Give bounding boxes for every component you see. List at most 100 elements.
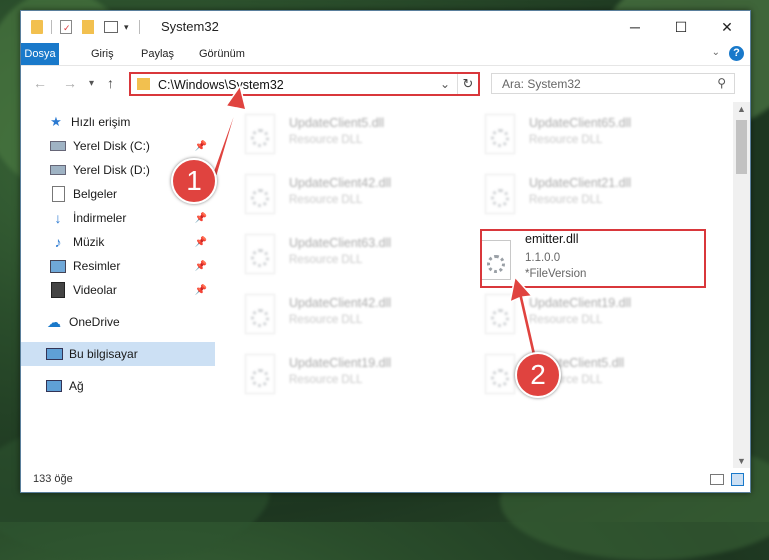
divider bbox=[138, 20, 140, 34]
file-item[interactable]: UpdateClient5.dll Resource DLL bbox=[461, 350, 681, 404]
pin-icon: 📌 bbox=[194, 260, 207, 272]
download-icon: ↓ bbox=[54, 210, 62, 226]
documents-icon bbox=[49, 186, 67, 202]
navigation-bar: ← → ▾ ↑ C:\Windows\System32 ⌄ ↻ Ara: Sys… bbox=[21, 66, 750, 102]
sidebar-item-label: Ağ bbox=[69, 379, 84, 393]
close-button[interactable]: ✕ bbox=[704, 11, 750, 43]
sidebar-item-videos[interactable]: Videolar 📌 bbox=[21, 278, 215, 302]
file-item[interactable]: UpdateClient65.dll Resource DLL bbox=[461, 110, 681, 164]
step-badge-2: 2 bbox=[515, 352, 561, 398]
drive-icon bbox=[49, 138, 67, 154]
file-name: UpdateClient19.dll bbox=[289, 356, 392, 370]
forward-button[interactable]: → bbox=[63, 75, 77, 91]
sidebar-item-downloads[interactable]: ↓ İndirmeler 📌 bbox=[21, 206, 215, 230]
tab-share[interactable]: Paylaş bbox=[131, 43, 184, 65]
tab-view[interactable]: Görünüm bbox=[189, 43, 255, 65]
dll-file-icon bbox=[485, 354, 515, 394]
file-list: UpdateClient5.dll Resource DLL UpdateCli… bbox=[221, 102, 731, 468]
highlight-box-emitter bbox=[480, 229, 706, 288]
sidebar-item-label: Müzik bbox=[73, 235, 105, 249]
item-count: 133 öğe bbox=[33, 473, 73, 485]
dll-file-icon bbox=[245, 234, 275, 274]
ribbon-expand-icon[interactable]: ⌄ bbox=[712, 47, 720, 58]
address-path[interactable]: C:\Windows\System32 bbox=[158, 78, 284, 92]
pin-icon: 📌 bbox=[194, 140, 207, 152]
search-input[interactable]: Ara: System32 ⚲ bbox=[491, 73, 735, 94]
refresh-icon[interactable]: ↻ bbox=[457, 74, 478, 94]
sidebar-item-label: Yerel Disk (C:) bbox=[73, 139, 150, 153]
sidebar-item-music[interactable]: ♪ Müzik 📌 bbox=[21, 230, 215, 254]
folder-icon bbox=[137, 78, 150, 90]
pin-icon: 📌 bbox=[194, 236, 207, 248]
explorer-window: ✓ ▾ System32 ─ ☐ ✕ Dosya Giriş Paylaş Gö… bbox=[20, 10, 751, 493]
sidebar-item-drive-c[interactable]: Yerel Disk (C:) 📌 bbox=[21, 134, 215, 158]
file-item[interactable]: UpdateClient21.dll Resource DLL bbox=[461, 170, 681, 224]
window-title: System32 bbox=[161, 19, 219, 34]
sidebar-item-label: OneDrive bbox=[69, 315, 120, 329]
star-icon: ★ bbox=[50, 114, 62, 129]
file-item[interactable]: UpdateClient5.dll Resource DLL bbox=[221, 110, 441, 164]
search-placeholder: Ara: System32 bbox=[502, 77, 581, 91]
file-item[interactable]: UpdateClient42.dll Resource DLL bbox=[221, 290, 441, 344]
file-type: Resource DLL bbox=[289, 314, 363, 326]
recent-locations-button[interactable]: ▾ bbox=[89, 78, 94, 89]
scrollbar-thumb[interactable] bbox=[736, 120, 747, 174]
dll-file-icon bbox=[245, 174, 275, 214]
new-folder-icon[interactable] bbox=[82, 20, 94, 34]
music-icon: ♪ bbox=[54, 234, 62, 250]
drive-icon bbox=[49, 162, 67, 178]
dll-file-icon bbox=[485, 294, 515, 334]
sidebar-item-this-pc[interactable]: Bu bilgisayar bbox=[21, 342, 215, 366]
back-button[interactable]: ← bbox=[33, 75, 47, 91]
sidebar-item-pictures[interactable]: Resimler 📌 bbox=[21, 254, 215, 278]
file-name: UpdateClient42.dll bbox=[289, 176, 392, 190]
help-icon[interactable]: ? bbox=[729, 46, 744, 61]
file-type: Resource DLL bbox=[289, 194, 363, 206]
scroll-up-icon[interactable]: ▲ bbox=[737, 104, 746, 114]
file-item[interactable]: UpdateClient63.dll Resource DLL bbox=[221, 230, 441, 284]
step-badge-1: 1 bbox=[171, 158, 217, 204]
sidebar-item-onedrive[interactable]: ☁ OneDrive bbox=[21, 310, 215, 334]
file-item[interactable]: UpdateClient19.dll Resource DLL bbox=[221, 350, 441, 404]
properties-icon[interactable]: ✓ bbox=[60, 20, 72, 34]
minimize-button[interactable]: ─ bbox=[612, 11, 658, 43]
file-name: UpdateClient63.dll bbox=[289, 236, 392, 250]
pin-icon: 📌 bbox=[194, 284, 207, 296]
ribbon-tabs: Dosya Giriş Paylaş Görünüm ⌄ ? bbox=[21, 43, 750, 66]
scroll-down-icon[interactable]: ▼ bbox=[737, 456, 746, 466]
sidebar-item-label: Videolar bbox=[73, 283, 117, 297]
sidebar-item-network[interactable]: Ağ bbox=[21, 374, 215, 398]
title-bar: ✓ ▾ System32 ─ ☐ ✕ bbox=[21, 11, 750, 43]
file-type: Resource DLL bbox=[529, 134, 603, 146]
sidebar-item-quick-access[interactable]: ★ Hızlı erişim bbox=[21, 110, 215, 134]
large-icons-view-icon[interactable] bbox=[731, 473, 744, 486]
dll-file-icon bbox=[485, 174, 515, 214]
up-button[interactable]: ↑ bbox=[107, 75, 114, 91]
details-view-icon[interactable] bbox=[710, 474, 724, 485]
file-name: UpdateClient5.dll bbox=[289, 116, 385, 130]
cloud-icon: ☁ bbox=[47, 313, 61, 330]
chevron-down-icon[interactable]: ⌄ bbox=[440, 77, 450, 91]
vertical-scrollbar[interactable]: ▲ ▼ bbox=[733, 102, 750, 468]
file-item[interactable]: UpdateClient19.dll Resource DLL bbox=[461, 290, 681, 344]
sidebar-item-label: Resimler bbox=[73, 259, 121, 273]
file-type: Resource DLL bbox=[289, 134, 363, 146]
file-name: UpdateClient42.dll bbox=[289, 296, 392, 310]
maximize-button[interactable]: ☐ bbox=[658, 11, 704, 43]
file-type: Resource DLL bbox=[529, 314, 603, 326]
chevron-down-icon[interactable]: ▾ bbox=[124, 22, 129, 33]
folder-icon[interactable] bbox=[31, 20, 43, 34]
sidebar-item-label: Yerel Disk (D:) bbox=[73, 163, 150, 177]
file-name: UpdateClient65.dll bbox=[529, 116, 632, 130]
file-type: Resource DLL bbox=[289, 254, 363, 266]
file-item[interactable]: UpdateClient42.dll Resource DLL bbox=[221, 170, 441, 224]
file-type: Resource DLL bbox=[529, 194, 603, 206]
address-bar[interactable]: C:\Windows\System32 ⌄ ↻ bbox=[129, 72, 480, 96]
dll-file-icon bbox=[245, 354, 275, 394]
tab-home[interactable]: Giriş bbox=[81, 43, 124, 65]
view-options-icon[interactable] bbox=[104, 21, 118, 33]
tab-file[interactable]: Dosya bbox=[21, 43, 59, 65]
file-name: UpdateClient19.dll bbox=[529, 296, 632, 310]
dll-file-icon bbox=[245, 114, 275, 154]
sidebar-item-label: Belgeler bbox=[73, 187, 118, 201]
